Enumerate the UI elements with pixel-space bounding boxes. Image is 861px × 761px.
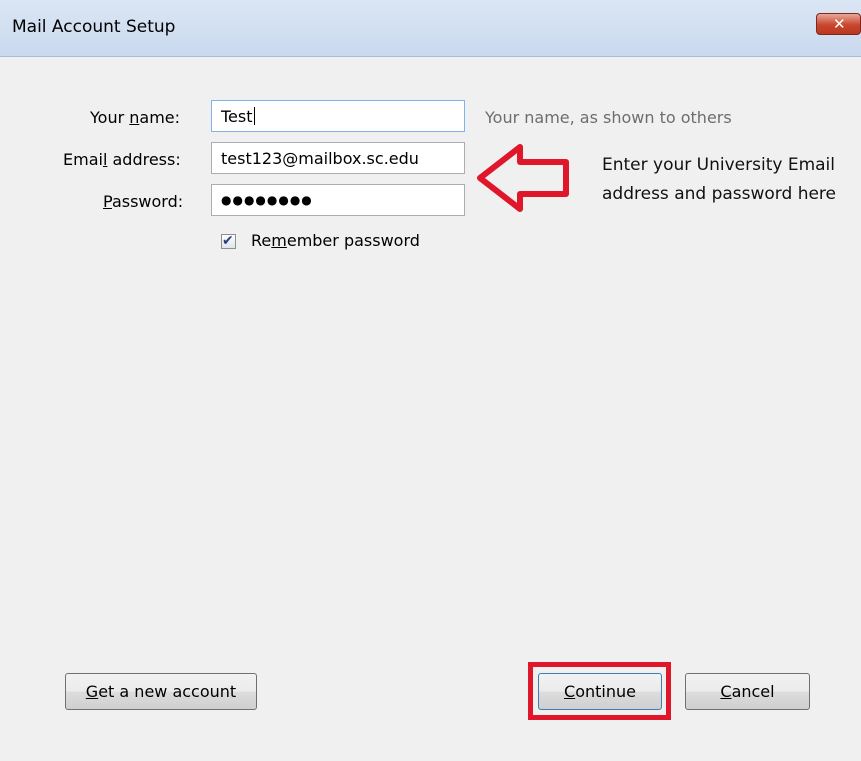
your-name-hint: Your name, as shown to others: [485, 108, 732, 127]
title-bar: Mail Account Setup ✕: [0, 0, 861, 57]
left-arrow-outline-icon: [477, 144, 569, 212]
window-title: Mail Account Setup: [12, 17, 176, 37]
password-label: Password:: [103, 192, 184, 211]
remember-password-checkbox[interactable]: ✔: [221, 233, 236, 249]
close-icon: ✕: [833, 15, 846, 33]
email-address-input[interactable]: test123@mailbox.sc.edu: [211, 142, 465, 174]
your-name-input[interactable]: Test: [211, 100, 465, 132]
password-input[interactable]: ●●●●●●●●: [211, 184, 465, 216]
your-name-label: Your name:: [90, 108, 181, 127]
get-new-account-button[interactable]: Get a new account: [65, 673, 257, 710]
remember-password-label[interactable]: Remember password: [251, 231, 420, 250]
text-caret: [253, 107, 255, 125]
email-address-label: Email address:: [63, 150, 181, 169]
close-button[interactable]: ✕: [816, 13, 861, 35]
checkmark-icon: ✔: [222, 233, 234, 249]
continue-highlight-box: [528, 662, 671, 720]
cancel-button[interactable]: Cancel: [685, 673, 810, 710]
mail-account-setup-dialog: Mail Account Setup ✕ Your name: Test You…: [0, 0, 861, 761]
instruction-annotation: Enter your University Email address and …: [602, 155, 836, 204]
